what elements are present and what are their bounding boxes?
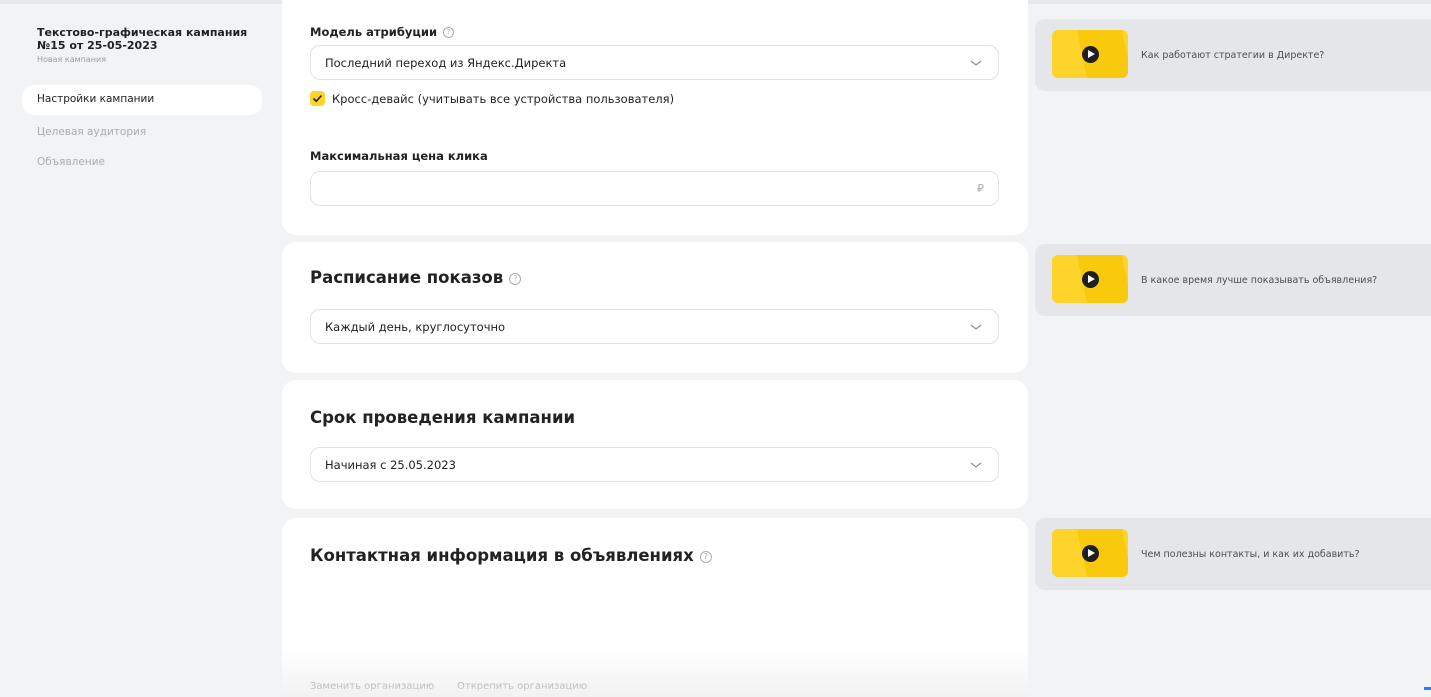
period-value: Начиная с 25.05.2023 xyxy=(325,458,456,472)
crossdevice-checkbox[interactable] xyxy=(310,91,325,106)
chevron-down-icon xyxy=(970,60,982,66)
sidebar-item-audience[interactable]: Целевая аудитория xyxy=(37,126,146,138)
play-icon[interactable] xyxy=(1082,545,1099,562)
question-circle-icon[interactable]: ? xyxy=(443,27,455,38)
hint-text[interactable]: В какое время лучше показывать объявлени… xyxy=(1141,275,1377,286)
play-icon[interactable] xyxy=(1082,46,1099,63)
attribution-label: Модель атрибуции xyxy=(310,25,438,39)
check-icon xyxy=(312,94,323,103)
question-circle-icon[interactable]: ? xyxy=(699,550,712,563)
campaign-status: Новая кампания xyxy=(37,55,107,64)
schedule-value: Каждый день, круглосуточно xyxy=(325,320,506,334)
strategy-card: Модель атрибуции? Последний переход из Я… xyxy=(282,0,1028,235)
sidebar: Текстово-графическая кампания №15 от 25-… xyxy=(0,0,270,697)
period-card: Срок проведения кампании Начиная с 25.05… xyxy=(282,380,1028,509)
schedule-card: Расписание показов? Каждый день, круглос… xyxy=(282,242,1028,373)
hint-contacts[interactable]: Чем полезны контакты, и как их добавить? xyxy=(1035,518,1431,590)
scroll-indicator xyxy=(1424,687,1431,690)
schedule-select[interactable]: Каждый день, круглосуточно xyxy=(310,309,999,344)
detach-org-link[interactable]: Открепить организацию xyxy=(457,681,587,692)
period-title: Срок проведения кампании xyxy=(310,408,576,427)
play-icon[interactable] xyxy=(1082,271,1099,288)
ruble-sign: ₽ xyxy=(977,182,984,195)
attribution-select[interactable]: Последний переход из Яндекс.Директа xyxy=(310,45,999,80)
chevron-down-icon xyxy=(970,324,982,330)
campaign-title: Текстово-графическая кампания №15 от 25-… xyxy=(37,26,248,52)
sidebar-item-ad[interactable]: Объявление xyxy=(37,156,105,168)
contacts-title: Контактная информация в объявлениях xyxy=(310,546,694,565)
attribution-value: Последний переход из Яндекс.Директа xyxy=(325,56,567,70)
replace-org-link[interactable]: Заменить организацию xyxy=(310,681,434,692)
schedule-title: Расписание показов xyxy=(310,268,504,287)
hint-strategies[interactable]: Как работают стратегии в Директе? xyxy=(1035,19,1431,91)
contacts-card: Контактная информация в объявлениях? Зам… xyxy=(282,518,1028,697)
max-click-input[interactable]: ₽ xyxy=(310,171,999,206)
hint-text[interactable]: Чем полезны контакты, и как их добавить? xyxy=(1141,549,1360,560)
hint-text[interactable]: Как работают стратегии в Директе? xyxy=(1141,50,1324,61)
chevron-down-icon xyxy=(970,462,982,468)
max-click-label: Максимальная цена клика xyxy=(310,149,488,163)
contacts-title-row: Контактная информация в объявлениях? xyxy=(310,546,712,565)
hint-schedule[interactable]: В какое время лучше показывать объявлени… xyxy=(1035,244,1431,316)
video-thumbnail[interactable] xyxy=(1052,30,1128,78)
schedule-title-row: Расписание показов? xyxy=(310,268,522,287)
attribution-label-row: Модель атрибуции? xyxy=(310,25,455,39)
period-select[interactable]: Начиная с 25.05.2023 xyxy=(310,447,999,482)
video-thumbnail[interactable] xyxy=(1052,529,1128,577)
video-thumbnail[interactable] xyxy=(1052,255,1128,303)
question-circle-icon[interactable]: ? xyxy=(509,272,522,285)
crossdevice-label: Кросс-девайс (учитывать все устройства п… xyxy=(332,92,675,106)
sidebar-item-settings[interactable]: Настройки кампании xyxy=(37,93,154,105)
